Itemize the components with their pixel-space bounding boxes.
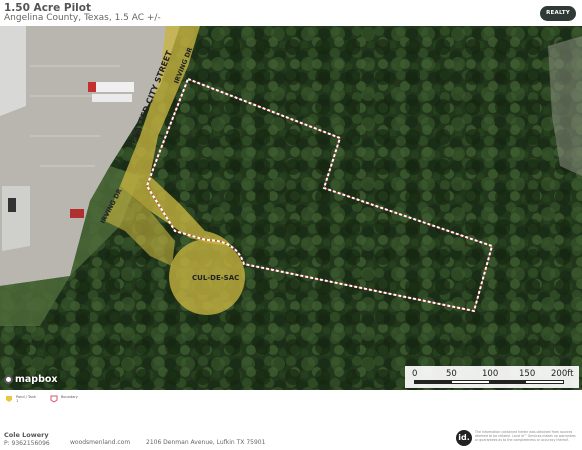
- agent-phone: P: 9362156096: [4, 440, 50, 447]
- satellite-map[interactable]: PLATTED CITY STREET IRVING DR IRVING DR …: [0, 26, 582, 390]
- agent-name: Cole Lowery: [4, 431, 49, 439]
- scale-tick: 200ft: [551, 369, 574, 379]
- scale-tick: 150: [519, 369, 536, 379]
- truck-cab: [88, 82, 96, 92]
- legend-item-boundary: Boundary: [50, 395, 78, 403]
- map-legend: Pond / Tank 1 Boundary: [0, 390, 582, 414]
- mapbox-label: mapbox: [15, 374, 58, 385]
- mapbox-attribution[interactable]: mapbox: [4, 374, 58, 385]
- disclaimer-text: The information contained herein was obt…: [475, 430, 576, 442]
- scale-bar-graphic: [414, 380, 564, 384]
- office-address: 2106 Denman Avenue, Lufkin TX 75901: [146, 439, 266, 446]
- landid-logo: id.: [456, 430, 472, 446]
- mapbox-icon: [4, 375, 13, 384]
- vehicle: [70, 209, 84, 218]
- cul-de-sac-label: CUL-DE-SAC: [192, 274, 239, 282]
- boundary-swatch-icon: [50, 395, 58, 403]
- scale-tick: 0: [412, 369, 418, 379]
- scale-tick: 100: [482, 369, 499, 379]
- website-link[interactable]: woodsmenland.com: [70, 439, 130, 446]
- header: 1.50 Acre Pilot Angelina County, Texas, …: [0, 0, 582, 26]
- page-subtitle: Angelina County, Texas, 1.5 AC +/-: [4, 13, 161, 23]
- vehicle: [8, 198, 16, 212]
- scale-bar: 0 50 100 150 200ft: [405, 366, 579, 388]
- map-canvas: PLATTED CITY STREET IRVING DR IRVING DR …: [0, 26, 582, 390]
- legend-item-pond: Pond / Tank 1: [5, 395, 36, 403]
- legend-label: Pond / Tank 1: [16, 395, 36, 403]
- truck: [92, 94, 132, 102]
- legend-label: Boundary: [61, 395, 78, 399]
- truck: [90, 82, 134, 92]
- pond-swatch-icon: [6, 396, 12, 402]
- building-roof: [0, 26, 26, 116]
- brand-logo: REALTY: [540, 6, 576, 21]
- warehouse: [2, 186, 30, 251]
- scale-tick: 50: [446, 369, 457, 379]
- footer: Cole Lowery P: 9362156096 woodsmenland.c…: [0, 414, 582, 450]
